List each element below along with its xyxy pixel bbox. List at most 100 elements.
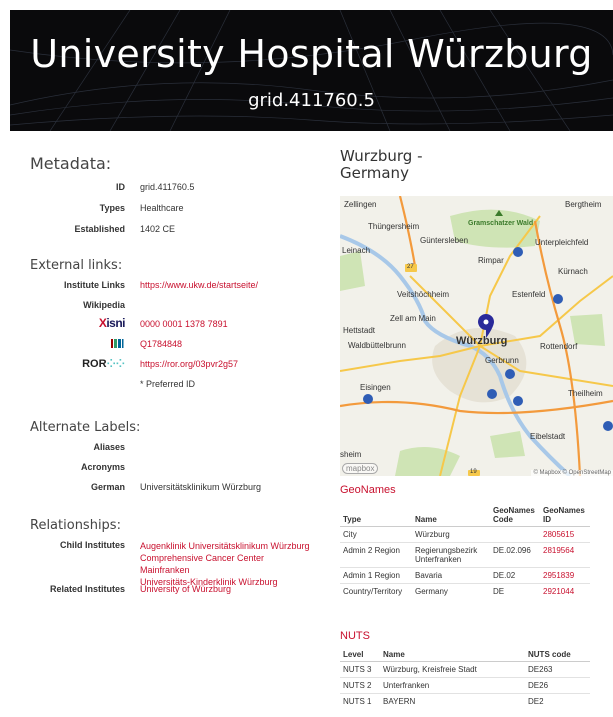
geonames-id-link[interactable]: 2819564 bbox=[540, 542, 590, 568]
nuts-heading: NUTS bbox=[340, 630, 370, 642]
map-label: Eibelstadt bbox=[530, 432, 566, 441]
map-label: Gramschatzer Wald bbox=[468, 220, 534, 227]
child-institute-link[interactable]: Comprehensive Cancer Center Mainfranken bbox=[140, 552, 315, 576]
institute-links-label: Institute Links bbox=[63, 280, 125, 290]
isni-link[interactable]: 0000 0001 1378 7891 bbox=[140, 319, 228, 329]
map-label: Rottendorf bbox=[540, 342, 578, 351]
map-label: Thüngersheim bbox=[368, 222, 420, 231]
preferred-id-note: * Preferred ID bbox=[140, 379, 196, 389]
acronyms-label: Acronyms bbox=[80, 462, 125, 472]
alternate-labels-heading: Alternate Labels: bbox=[30, 420, 141, 435]
ror-link[interactable]: https://ror.org/03pvr2g57 bbox=[140, 359, 238, 369]
aliases-label: Aliases bbox=[93, 442, 125, 452]
table-cell: Bavaria bbox=[412, 567, 490, 584]
column-header: Type bbox=[340, 504, 412, 527]
map-label: Rimpar bbox=[478, 256, 504, 265]
table-cell: BAYERN bbox=[380, 693, 525, 709]
table-row: City Würzburg 2805615 bbox=[340, 526, 590, 543]
map-label: Waldbüttelbrunn bbox=[348, 341, 406, 350]
geonames-id-link[interactable]: 2951839 bbox=[540, 567, 590, 584]
german-value: Universitätsklinikum Würzburg bbox=[140, 482, 262, 492]
child-institute-link[interactable]: Augenklinik Universitätsklinikum Würzbur… bbox=[140, 540, 315, 552]
relationships-heading: Relationships: bbox=[30, 518, 121, 533]
table-cell: NUTS 1 bbox=[340, 693, 380, 709]
nuts-table: Level Name NUTS code NUTS 3 Würzburg, Kr… bbox=[340, 648, 590, 709]
map-label: Unterpleichfeld bbox=[535, 238, 589, 247]
table-cell: Germany bbox=[412, 583, 490, 599]
right-column: Wurzburg - Germany Zellingen Bergtheim G… bbox=[340, 147, 613, 709]
page-title: University Hospital Würzburg bbox=[30, 32, 593, 76]
column-header: GeoNames ID bbox=[540, 504, 590, 527]
metadata-value: Healthcare bbox=[140, 203, 184, 213]
table-cell: DE2 bbox=[525, 693, 590, 709]
child-institutes-label: Child Institutes bbox=[60, 540, 125, 550]
column-header: Name bbox=[412, 504, 490, 527]
table-cell: Würzburg, Kreisfreie Stadt bbox=[380, 661, 525, 678]
table-row: NUTS 2 Unterfranken DE26 bbox=[340, 677, 590, 694]
table-row: NUTS 1 BAYERN DE2 bbox=[340, 693, 590, 709]
location-title: Wurzburg - Germany bbox=[340, 147, 423, 182]
table-row: Admin 2 Region Regierungsbezirk Unterfra… bbox=[340, 542, 590, 568]
map-label: Veitshöchheim bbox=[397, 290, 450, 299]
table-cell bbox=[490, 526, 540, 543]
metadata-key: Established bbox=[74, 224, 125, 234]
table-cell: DE263 bbox=[525, 661, 590, 678]
metadata-value: 1402 CE bbox=[140, 224, 176, 234]
related-institutes-label: Related Institutes bbox=[49, 584, 125, 594]
metadata-value: grid.411760.5 bbox=[140, 182, 195, 192]
map-label: Hettstadt bbox=[343, 326, 376, 335]
mapbox-logo[interactable]: mapbox bbox=[342, 463, 379, 474]
map-label: Zellingen bbox=[344, 200, 377, 209]
table-cell: DE bbox=[490, 583, 540, 599]
german-label: German bbox=[90, 482, 125, 492]
map-label: Güntersleben bbox=[420, 236, 469, 245]
table-cell: Country/Territory bbox=[340, 583, 412, 599]
institute-link[interactable]: https://www.ukw.de/startseite/ bbox=[140, 280, 258, 290]
map-label: Kürnach bbox=[558, 267, 588, 276]
column-header: NUTS code bbox=[525, 648, 590, 662]
wikidata-icon bbox=[30, 339, 125, 350]
table-cell: Würzburg bbox=[412, 526, 490, 543]
map-label: Zell am Main bbox=[390, 314, 436, 323]
table-cell: NUTS 3 bbox=[340, 661, 380, 678]
table-row: NUTS 3 Würzburg, Kreisfreie Stadt DE263 bbox=[340, 661, 590, 678]
map-label: Estenfeld bbox=[512, 290, 546, 299]
geonames-id-link[interactable]: 2921044 bbox=[540, 583, 590, 599]
column-header: Name bbox=[380, 648, 525, 662]
column-header: Level bbox=[340, 648, 380, 662]
map-attribution[interactable]: © Mapbox © OpenStreetMap bbox=[531, 470, 613, 476]
map-label: Eisingen bbox=[360, 383, 391, 392]
location-map[interactable]: Zellingen Bergtheim Gramschatzer Wald Th… bbox=[340, 196, 613, 476]
column-header: GeoNames Code bbox=[490, 504, 540, 527]
table-cell: Regierungsbezirk Unterfranken bbox=[412, 542, 490, 568]
map-label: Bergtheim bbox=[565, 200, 602, 209]
table-row: Admin 1 Region Bavaria DE.02 2951839 bbox=[340, 567, 590, 584]
wikidata-link[interactable]: Q1784848 bbox=[140, 339, 182, 349]
table-cell: Admin 1 Region bbox=[340, 567, 412, 584]
external-links-heading: External links: bbox=[30, 258, 123, 273]
table-cell: City bbox=[340, 526, 412, 543]
hero-banner: University Hospital Würzburg grid.411760… bbox=[10, 10, 613, 131]
table-cell: NUTS 2 bbox=[340, 677, 380, 694]
wikipedia-label: Wikipedia bbox=[83, 300, 125, 310]
grid-id-subtitle: grid.411760.5 bbox=[248, 90, 375, 111]
map-label-city: Würzburg bbox=[456, 335, 508, 347]
table-cell: Admin 2 Region bbox=[340, 542, 412, 568]
table-row: Country/Territory Germany DE 2921044 bbox=[340, 583, 590, 599]
ror-logo: ROR⁘⁘ bbox=[82, 358, 125, 370]
metadata-key: ID bbox=[116, 182, 125, 192]
isni-logo: Xisni bbox=[98, 316, 126, 330]
map-label: Leinach bbox=[342, 246, 371, 255]
map-label: Theilheim bbox=[568, 389, 603, 398]
geonames-id-link[interactable]: 2805615 bbox=[540, 526, 590, 543]
related-institute-link[interactable]: University of Würzburg bbox=[140, 584, 231, 594]
table-cell: DE.02.096 bbox=[490, 542, 540, 568]
map-label: Gerbrunn bbox=[485, 356, 519, 365]
road-badge: 27 bbox=[407, 264, 414, 270]
geonames-heading: GeoNames bbox=[340, 484, 396, 496]
table-cell: DE.02 bbox=[490, 567, 540, 584]
geonames-table: Type Name GeoNames Code GeoNames ID City… bbox=[340, 504, 590, 599]
table-cell: Unterfranken bbox=[380, 677, 525, 694]
table-cell: DE26 bbox=[525, 677, 590, 694]
metadata-heading: Metadata: bbox=[30, 154, 112, 173]
